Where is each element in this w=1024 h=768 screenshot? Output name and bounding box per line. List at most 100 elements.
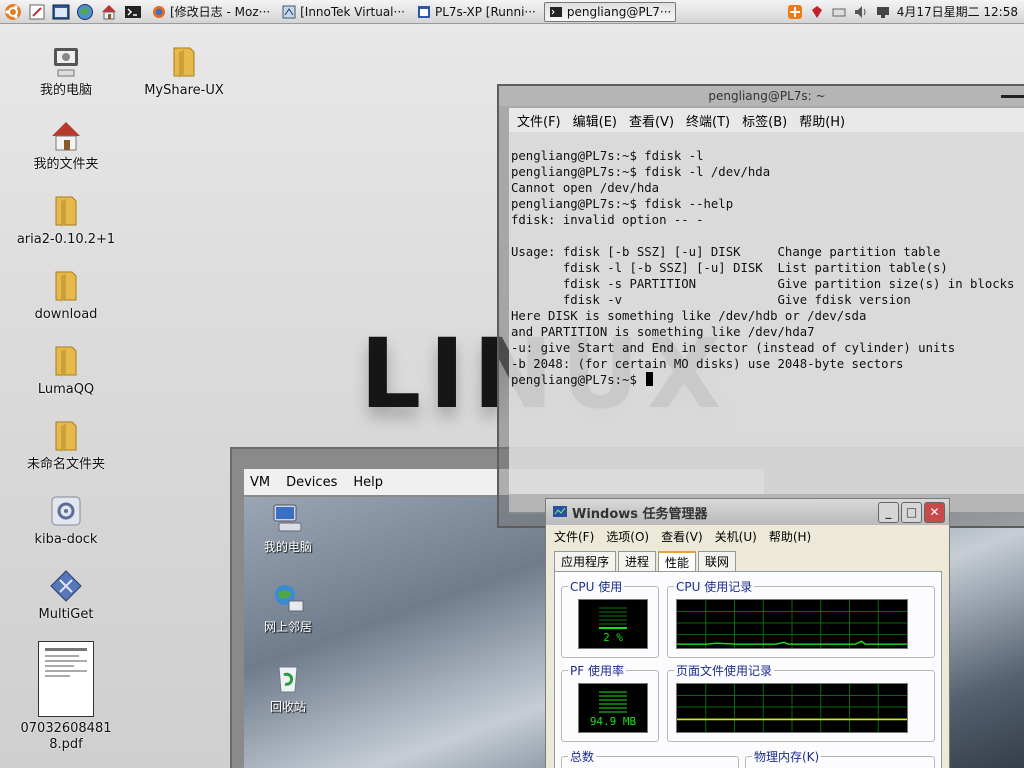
- desktop-icon-label: aria2-0.10.2+1: [16, 232, 116, 247]
- cpu-history-graph: [676, 599, 908, 649]
- terminal-line: and PARTITION is something like /dev/hda…: [511, 325, 815, 339]
- pf-usage-group: PF 使用率 94.9 MB: [561, 662, 659, 742]
- xp-icon-label: 网上邻居: [263, 620, 312, 634]
- settings-gear-icon: [51, 496, 81, 526]
- desktop-icon-download[interactable]: download: [16, 268, 116, 323]
- desktop-icon-multiget[interactable]: MultiGet: [16, 568, 116, 623]
- minimize-button[interactable]: _: [878, 501, 899, 523]
- taskbar-item-virtualbox[interactable]: [InnoTek Virtual···: [278, 2, 409, 22]
- performance-panel: CPU 使用 2 % CPU 使用记录 PF 使用率 94.9 MB 页面文件使…: [554, 571, 942, 768]
- taskmgr-menu-help[interactable]: 帮助(H): [769, 528, 811, 545]
- xp-desktop-icon-recycle-bin[interactable]: 回收站: [248, 661, 328, 715]
- clock[interactable]: 4月17日星期二 12:58: [897, 3, 1018, 20]
- physical-memory-group: 物理内存(K): [745, 748, 935, 768]
- maximize-button[interactable]: □: [901, 501, 922, 523]
- terminal-title[interactable]: pengliang@PL7s: ~: [499, 86, 1024, 106]
- update-notifier-icon[interactable]: [787, 4, 803, 20]
- cpu-history-group: CPU 使用记录: [667, 578, 935, 658]
- xp-desktop-icon-network[interactable]: 网上邻居: [248, 581, 328, 635]
- tab-performance[interactable]: 性能: [658, 551, 697, 572]
- volume-icon[interactable]: [853, 4, 869, 20]
- taskbar-item-label: [修改日志 - Moz···: [170, 5, 271, 19]
- firefox-icon: [153, 5, 165, 18]
- terminal-line: pengliang@PL7s:~$ fdisk -l: [511, 149, 704, 163]
- taskmgr-menu-view[interactable]: 查看(V): [661, 528, 703, 545]
- cpu-usage-meter: 2 %: [578, 599, 648, 649]
- terminal-menu-terminal[interactable]: 终端(T): [686, 111, 730, 130]
- taskmgr-title: Windows 任务管理器: [572, 506, 708, 522]
- terminal-line: pengliang@PL7s:~$ fdisk --help: [511, 197, 734, 211]
- vbox-menu-vm[interactable]: VM: [250, 475, 270, 490]
- system-tray: 4月17日星期二 12:58: [787, 3, 1024, 20]
- pf-usage-value: 94.9 MB: [589, 715, 637, 728]
- cpu-usage-label: CPU 使用: [568, 578, 625, 595]
- desktop-icon-pdf[interactable]: 070326084818.pdf: [16, 641, 116, 753]
- terminal-line: -u: give Start and End in sector (instea…: [511, 341, 956, 355]
- computer-icon: [54, 48, 78, 77]
- tab-networking[interactable]: 联网: [698, 551, 737, 572]
- desktop-icon-untitled-folder[interactable]: 未命名文件夹: [16, 418, 116, 473]
- taskmgr-menu-shutdown[interactable]: 关机(U): [715, 528, 757, 545]
- pdf-document-icon: [38, 641, 94, 717]
- terminal-line: fdisk -l [-b SSZ] [-u] DISK List partiti…: [511, 261, 948, 275]
- terminal-line: -b 2048: (for certain MO disks) use 2048…: [511, 357, 904, 371]
- terminal-line: Cannot open /dev/hda: [511, 181, 660, 195]
- close-button[interactable]: ✕: [924, 501, 945, 523]
- vbox-menu-help[interactable]: Help: [353, 475, 383, 490]
- pf-usage-meter: 94.9 MB: [578, 683, 648, 733]
- physical-memory-label: 物理内存(K): [752, 748, 822, 765]
- xp-desktop-icon-my-computer[interactable]: 我的电脑: [248, 501, 328, 555]
- terminal-window: pengliang@PL7s: ~ 文件(F) 编辑(E) 查看(V) 终端(T…: [497, 84, 1024, 528]
- text-editor-icon[interactable]: [26, 2, 48, 22]
- terminal-menu-view[interactable]: 查看(V): [629, 111, 674, 130]
- desktop-icon-myshare[interactable]: MyShare-UX: [134, 44, 234, 99]
- task-manager-icon: [553, 506, 567, 517]
- home-folder-icon: [52, 122, 80, 151]
- minimize-icon[interactable]: [1001, 88, 1024, 98]
- display-icon[interactable]: [875, 4, 891, 20]
- taskbar-item-firefox[interactable]: [修改日志 - Moz···: [148, 2, 274, 22]
- pf-history-label: 页面文件使用记录: [674, 662, 775, 679]
- terminal-window-icon[interactable]: [50, 2, 72, 22]
- terminal-line: fdisk -s PARTITION Give partition size(s…: [511, 277, 1015, 291]
- ruby-gem-icon[interactable]: [809, 4, 825, 20]
- shell-prompt-icon[interactable]: [122, 2, 144, 22]
- terminal-menu-file[interactable]: 文件(F): [517, 111, 561, 130]
- taskmgr-menu-options[interactable]: 选项(O): [606, 528, 649, 545]
- terminal-menu-help[interactable]: 帮助(H): [799, 111, 845, 130]
- tab-applications[interactable]: 应用程序: [554, 551, 617, 572]
- desktop-icon-label: 我的文件夹: [33, 157, 99, 172]
- vbox-menu-devices[interactable]: Devices: [286, 475, 337, 490]
- folder-icon: [55, 421, 77, 452]
- home-icon[interactable]: [98, 2, 120, 22]
- taskmgr-menu-file[interactable]: 文件(F): [554, 528, 594, 545]
- virtualbox-icon: [282, 5, 296, 18]
- desktop-icon-label: 我的电脑: [39, 83, 92, 98]
- folder-icon: [173, 47, 195, 78]
- xp-computer-icon: [273, 504, 302, 532]
- tab-processes[interactable]: 进程: [618, 551, 657, 572]
- network-icon[interactable]: [831, 4, 847, 20]
- desktop-icon-aria2[interactable]: aria2-0.10.2+1: [16, 193, 116, 248]
- desktop-icon-home-folder[interactable]: 我的文件夹: [16, 118, 116, 173]
- terminal-menu-edit[interactable]: 编辑(E): [573, 111, 617, 130]
- taskbar-item-label: PL7s-XP [Runni···: [434, 4, 536, 19]
- desktop-icon-kiba-dock[interactable]: kiba-dock: [16, 493, 116, 548]
- desktop-icon-my-computer[interactable]: 我的电脑: [16, 44, 116, 99]
- desktop-icon-lumaqq[interactable]: LumaQQ: [16, 343, 116, 398]
- terminal-menu-tabs[interactable]: 标签(B): [742, 111, 787, 130]
- taskmgr-titlebar[interactable]: Windows 任务管理器 _ □ ✕: [546, 499, 949, 525]
- taskbar-item-terminal[interactable]: pengliang@PL7···: [543, 1, 677, 22]
- taskmgr-menubar: 文件(F) 选项(O) 查看(V) 关机(U) 帮助(H): [546, 525, 949, 547]
- taskbar-item-label: [InnoTek Virtual···: [300, 4, 405, 19]
- terminal-output[interactable]: pengliang@PL7s:~$ fdisk -l pengliang@PL7s…: [509, 132, 1024, 512]
- terminal-line: fdisk -v Give fdisk version: [511, 293, 911, 307]
- taskmgr-tabs: 应用程序 进程 性能 联网: [546, 551, 949, 572]
- terminal-prompt: pengliang@PL7s:~$: [511, 373, 645, 387]
- ubuntu-logo-icon[interactable]: [2, 2, 24, 22]
- taskbar-item-vm[interactable]: PL7s-XP [Runni···: [413, 2, 540, 22]
- pf-history-group: 页面文件使用记录: [667, 662, 935, 742]
- browser-globe-icon[interactable]: [74, 2, 96, 22]
- top-panel: [修改日志 - Moz··· [InnoTek Virtual··· PL7s-…: [0, 0, 1024, 24]
- desktop-icon-label: LumaQQ: [37, 382, 95, 397]
